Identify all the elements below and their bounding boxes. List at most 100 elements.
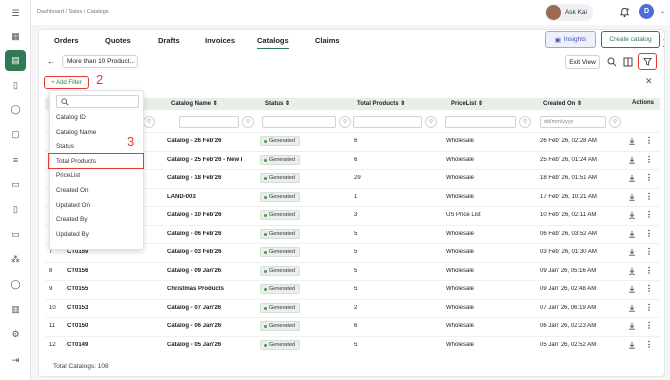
filter-funnel-icon[interactable]: ▽ <box>519 116 531 128</box>
insights-button[interactable]: ▣ Insights <box>545 31 596 48</box>
catalog-name: Catalog - 18 Feb'26 <box>167 175 222 181</box>
dropdown-item[interactable]: Created On <box>56 187 89 194</box>
add-filter-button[interactable]: + Add Filter <box>44 76 89 89</box>
dropdown-item[interactable]: PriceList <box>56 172 80 179</box>
account-avatar[interactable]: D <box>639 4 654 19</box>
dashboard-icon[interactable]: ▦ <box>9 30 22 43</box>
dropdown-item[interactable]: Created By <box>56 216 88 223</box>
back-arrow-icon[interactable]: ← <box>47 57 55 66</box>
clipboard-icon[interactable]: ▭ <box>9 178 22 191</box>
table-row[interactable]: 9 CT0155 Christmas Products Generated 5 Whole… <box>45 280 660 299</box>
download-icon[interactable] <box>628 156 636 166</box>
col-catalog-name[interactable]: Catalog Name ⇕ <box>171 100 218 107</box>
download-icon[interactable] <box>628 304 636 314</box>
tab-drafts[interactable]: Drafts <box>158 36 180 45</box>
more-options-icon[interactable]: ⋮ <box>645 303 653 312</box>
catalog-name: Christmas Products <box>167 286 225 292</box>
date-filter-input[interactable]: dd/mm/yyyy <box>540 116 606 128</box>
folder-icon[interactable]: ▭ <box>9 228 22 241</box>
columns-icon[interactable] <box>623 57 633 69</box>
table-row[interactable]: 12 CT0149 Catalog - 05 Jan'26 Generated 5 Who… <box>45 335 660 355</box>
download-icon[interactable] <box>628 137 636 147</box>
annotation-2: 2 <box>96 72 104 87</box>
breadcrumb[interactable]: Dashboard / Sales / Catalogs <box>37 9 109 15</box>
more-options-icon[interactable]: ⋮ <box>645 192 653 201</box>
download-icon[interactable] <box>628 230 636 240</box>
more-options-icon[interactable]: ⋮ <box>645 266 653 275</box>
catalog-name: LAND-003 <box>167 193 196 200</box>
col-status[interactable]: Status ⇕ <box>265 100 290 107</box>
more-options-icon[interactable]: ⋮ <box>645 247 653 256</box>
tab-quotes[interactable]: Quotes <box>105 36 131 45</box>
dropdown-item[interactable]: Updated By <box>56 231 89 238</box>
user-settings-icon[interactable]: ◯ <box>9 278 22 291</box>
settings-sliders-icon[interactable]: ≡ <box>9 153 22 166</box>
exit-view-button[interactable]: Exit View <box>565 55 600 69</box>
menu-icon[interactable]: ☰ <box>9 7 22 20</box>
status-filter-input[interactable] <box>262 116 336 128</box>
filter-funnel-icon[interactable]: ▽ <box>339 116 351 128</box>
download-icon[interactable] <box>628 267 636 277</box>
more-options-icon[interactable]: ⋮ <box>645 284 653 293</box>
created-on: 09 Jan' 26, 02:48 AM <box>540 286 597 292</box>
filter-funnel-icon[interactable]: ▽ <box>425 116 437 128</box>
col-pricelist[interactable]: PriceList ⇕ <box>451 100 483 107</box>
dropdown-item[interactable]: Catalog ID <box>56 114 86 121</box>
dropdown-search-input[interactable] <box>56 95 139 108</box>
download-icon[interactable] <box>628 211 636 221</box>
user-menu[interactable]: Ask Kai <box>544 4 593 21</box>
catalog-id: CT0149 <box>67 341 89 348</box>
name-filter-input[interactable] <box>179 116 239 128</box>
download-icon[interactable] <box>628 285 636 295</box>
filter-button[interactable] <box>638 53 657 70</box>
table-row[interactable]: 8 CT0156 Catalog - 09 Jan'26 Generated 5 Whol… <box>45 261 660 281</box>
col-total-products[interactable]: Total Products ⇕ <box>357 100 405 107</box>
tab-catalogs[interactable]: Catalogs <box>257 36 289 49</box>
pricelist: Wholesale <box>446 286 475 292</box>
table-row[interactable]: 11 CT0150 Catalog - 06 Jan'26 Generated 6 Who… <box>45 317 660 336</box>
more-options-icon[interactable]: ⋮ <box>645 155 653 164</box>
more-options-icon[interactable]: ⋮ <box>645 229 653 238</box>
col-created-on[interactable]: Created On ⇕ <box>543 100 582 107</box>
filter-funnel-icon[interactable]: ▽ <box>143 116 155 128</box>
total-products: 5 <box>354 341 358 348</box>
pricelist-filter-input[interactable] <box>445 116 516 128</box>
tab-orders[interactable]: Orders <box>54 36 79 45</box>
filter-funnel-icon[interactable]: ▽ <box>242 116 254 128</box>
tab-claims[interactable]: Claims <box>315 36 340 45</box>
filter-funnel-icon[interactable]: ▽ <box>609 116 621 128</box>
invoice-icon[interactable]: ▯ <box>9 203 22 216</box>
bell-icon[interactable] <box>619 7 630 20</box>
download-icon[interactable] <box>628 341 636 351</box>
download-icon[interactable] <box>628 322 636 332</box>
sort-icon: ⇕ <box>478 101 484 107</box>
logout-icon[interactable]: ⇥ <box>9 354 22 367</box>
more-options-icon[interactable]: ⋮ <box>645 136 653 145</box>
dropdown-item[interactable]: Updated On <box>56 202 90 209</box>
bank-icon[interactable]: ▥ <box>9 303 22 316</box>
create-catalog-button[interactable]: Create catalog <box>601 31 660 48</box>
download-icon[interactable] <box>628 248 636 258</box>
download-icon[interactable] <box>628 174 636 184</box>
report-icon[interactable]: ▢ <box>9 128 22 141</box>
dropdown-item[interactable]: Status <box>56 143 74 150</box>
close-icon[interactable]: ✕ <box>645 76 653 87</box>
download-icon[interactable] <box>628 193 636 203</box>
tab-invoices[interactable]: Invoices <box>205 36 235 45</box>
user-icon[interactable]: ◯ <box>9 103 22 116</box>
more-options-icon[interactable]: ⋮ <box>645 210 653 219</box>
gear-icon[interactable]: ⚙ <box>9 328 22 341</box>
more-options-icon[interactable]: ⋮ <box>645 321 653 330</box>
table-row[interactable]: 10 CT0153 Catalog - 07 Jan'26 Generated 2 Who… <box>45 298 660 318</box>
sales-icon[interactable]: ▤ <box>5 50 26 71</box>
insights-icon: ▣ <box>554 36 561 44</box>
more-options-icon[interactable]: ⋮ <box>645 173 653 182</box>
team-icon[interactable]: ⁂ <box>9 253 22 266</box>
chevron-down-icon[interactable]: ⌄ <box>660 8 665 15</box>
search-icon[interactable] <box>607 57 617 69</box>
document-icon[interactable]: ▯ <box>9 79 22 92</box>
total-filter-input[interactable] <box>353 116 422 128</box>
filter-chip[interactable]: More than 10 Product... <box>62 55 138 68</box>
dropdown-item[interactable]: Catalog Name <box>56 129 96 136</box>
more-options-icon[interactable]: ⋮ <box>645 340 653 349</box>
